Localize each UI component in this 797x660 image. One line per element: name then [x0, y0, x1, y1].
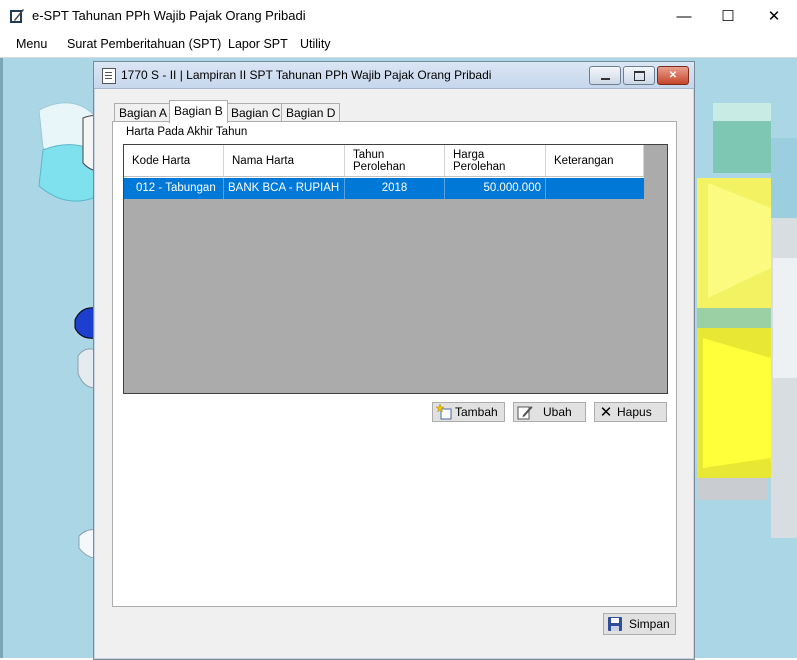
floppy-disk-icon: [607, 616, 623, 632]
column-header-harga-perolehan[interactable]: Harga Perolehan: [445, 145, 546, 177]
cell-nama-harta: BANK BCA - RUPIAH: [224, 178, 345, 199]
window-title: e-SPT Tahunan PPh Wajib Pajak Orang Prib…: [32, 8, 306, 23]
column-header-kode-harta[interactable]: Kode Harta: [124, 145, 224, 177]
lampiran-window: 1770 S - II | Lampiran II SPT Tahunan PP…: [93, 61, 695, 660]
simpan-label: Simpan: [629, 617, 670, 631]
maximize-button[interactable]: ☐: [705, 0, 751, 32]
close-button[interactable]: ✕: [751, 0, 797, 32]
tab-bagian-b[interactable]: Bagian B: [169, 100, 228, 123]
simpan-button[interactable]: Simpan: [603, 613, 676, 635]
hapus-label: Hapus: [617, 405, 652, 419]
child-close-button[interactable]: ✕: [657, 66, 689, 85]
tambah-button[interactable]: Tambah: [432, 402, 505, 422]
column-header-tahun-perolehan[interactable]: Tahun Perolehan: [345, 145, 445, 177]
harta-table[interactable]: Kode Harta Nama Harta Tahun Perolehan Ha…: [123, 144, 668, 394]
tambah-label: Tambah: [455, 405, 498, 419]
edit-icon: [517, 404, 533, 420]
tab-bagian-d[interactable]: Bagian D: [281, 103, 341, 122]
menu-bar: Menu Surat Pemberitahuan (SPT) Lapor SPT…: [0, 32, 797, 58]
close-icon: ✕: [668, 70, 678, 81]
tab-bagian-a[interactable]: Bagian A: [114, 103, 173, 122]
tab-panel-bagian-b: Harta Pada Akhir Tahun Kode Harta Nama H…: [112, 121, 677, 607]
ubah-label: Ubah: [543, 405, 572, 419]
cell-tahun-perolehan: 2018: [345, 178, 445, 199]
header-filler: [644, 145, 666, 178]
child-titlebar: 1770 S - II | Lampiran II SPT Tahunan PP…: [94, 62, 694, 89]
child-window-title: 1770 S - II | Lampiran II SPT Tahunan PP…: [121, 68, 492, 82]
hapus-button[interactable]: ✕ Hapus: [594, 402, 667, 422]
add-icon: [436, 404, 452, 420]
table-header: Kode Harta Nama Harta Tahun Perolehan Ha…: [124, 145, 644, 178]
main-titlebar: e-SPT Tahunan PPh Wajib Pajak Orang Prib…: [0, 0, 797, 32]
cell-keterangan: [546, 178, 644, 199]
app-icon: [10, 9, 24, 23]
menu-item-utility[interactable]: Utility: [300, 37, 331, 51]
menu-item-spt[interactable]: Surat Pemberitahuan (SPT): [67, 37, 221, 51]
maximize-icon: [633, 70, 645, 81]
minimize-button[interactable]: —: [661, 0, 707, 32]
cell-kode-harta: 012 - Tabungan: [124, 178, 224, 199]
menu-item-menu[interactable]: Menu: [16, 37, 47, 51]
cell-harga-perolehan: 50.000.000: [445, 178, 546, 199]
delete-icon: ✕: [599, 404, 613, 421]
tab-bagian-c[interactable]: Bagian C: [226, 103, 286, 122]
document-icon: [102, 68, 116, 84]
child-minimize-button[interactable]: [589, 66, 621, 85]
table-row[interactable]: 012 - Tabungan BANK BCA - RUPIAH 2018 50…: [124, 178, 644, 199]
column-header-nama-harta[interactable]: Nama Harta: [224, 145, 345, 177]
section-label: Harta Pada Akhir Tahun: [126, 126, 248, 138]
column-header-keterangan[interactable]: Keterangan: [546, 145, 644, 177]
minimize-icon: [600, 77, 610, 80]
ubah-button[interactable]: Ubah: [513, 402, 586, 422]
menu-item-lapor-spt[interactable]: Lapor SPT: [228, 37, 288, 51]
child-maximize-button[interactable]: [623, 66, 655, 85]
